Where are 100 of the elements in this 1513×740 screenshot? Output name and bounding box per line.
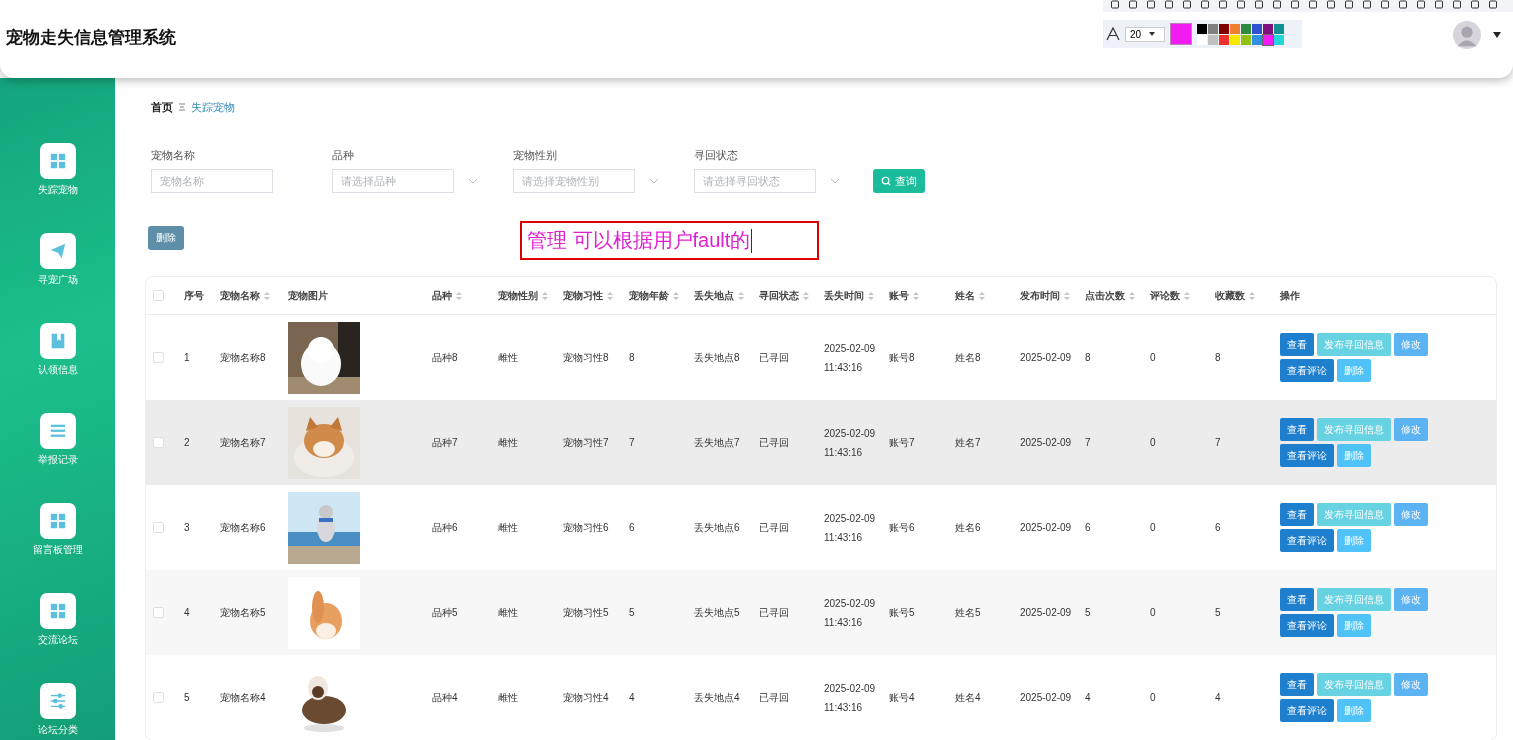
color-swatch[interactable] bbox=[1274, 34, 1284, 45]
sort-icon[interactable] bbox=[1064, 290, 1070, 301]
select-field[interactable]: 请选择品种 bbox=[332, 169, 454, 193]
action-button[interactable]: 查看评论 bbox=[1280, 699, 1334, 722]
sidebar-plane-icon[interactable] bbox=[39, 233, 76, 269]
color-swatch[interactable] bbox=[1219, 34, 1229, 45]
action-button[interactable]: 查看评论 bbox=[1280, 359, 1334, 382]
tool-icon[interactable] bbox=[1325, 0, 1337, 10]
action-button[interactable]: 修改 bbox=[1394, 588, 1428, 611]
checkbox[interactable] bbox=[153, 437, 164, 448]
color-swatch[interactable] bbox=[1208, 34, 1218, 45]
color-swatch[interactable] bbox=[1208, 23, 1218, 34]
tool-icon[interactable] bbox=[1217, 0, 1229, 10]
action-button[interactable]: 查看 bbox=[1280, 333, 1314, 356]
sidebar-label[interactable]: 论坛分类 bbox=[37, 723, 78, 737]
action-button[interactable]: 删除 bbox=[1337, 529, 1371, 552]
sort-icon[interactable] bbox=[1129, 290, 1135, 301]
sidebar-sliders-icon[interactable] bbox=[39, 683, 76, 719]
sort-icon[interactable] bbox=[456, 290, 462, 301]
tool-icon[interactable] bbox=[1127, 0, 1139, 10]
avatar[interactable] bbox=[1453, 21, 1481, 49]
breadcrumb-link[interactable]: 失踪宠物 bbox=[191, 99, 235, 115]
color-swatch[interactable] bbox=[1252, 34, 1262, 45]
sidebar-label[interactable]: 失踪宠物 bbox=[37, 183, 78, 197]
checkbox[interactable] bbox=[153, 522, 164, 533]
tool-icon[interactable] bbox=[1469, 0, 1481, 10]
sidebar-grid-icon[interactable] bbox=[39, 503, 76, 539]
action-button[interactable]: 查看 bbox=[1280, 418, 1314, 441]
tool-icon[interactable] bbox=[1109, 0, 1121, 10]
sidebar-label[interactable]: 留言板管理 bbox=[32, 543, 83, 557]
sort-icon[interactable] bbox=[803, 290, 809, 301]
color-swatch[interactable] bbox=[1274, 23, 1284, 34]
tool-icon[interactable] bbox=[1361, 0, 1373, 10]
color-swatch[interactable] bbox=[1230, 34, 1240, 45]
color-swatch[interactable] bbox=[1263, 34, 1273, 45]
action-button[interactable]: 修改 bbox=[1394, 673, 1428, 696]
sort-icon[interactable] bbox=[1249, 290, 1255, 301]
tool-icon[interactable] bbox=[1271, 0, 1283, 10]
tool-icon[interactable] bbox=[1181, 0, 1193, 10]
font-size-dropdown[interactable]: 20 bbox=[1125, 26, 1165, 42]
sort-icon[interactable] bbox=[264, 290, 270, 301]
tool-icon[interactable] bbox=[1415, 0, 1427, 10]
sidebar-label[interactable]: 认领信息 bbox=[37, 363, 78, 377]
tool-icon[interactable] bbox=[1199, 0, 1211, 10]
chevron-down-icon[interactable] bbox=[468, 178, 478, 184]
sidebar-label[interactable]: 举报记录 bbox=[37, 453, 78, 467]
sidebar-label[interactable]: 交流论坛 bbox=[37, 633, 78, 647]
action-button[interactable]: 发布寻回信息 bbox=[1317, 503, 1391, 526]
chevron-down-icon[interactable] bbox=[649, 178, 659, 184]
action-button[interactable]: 删除 bbox=[1337, 444, 1371, 467]
tool-icon[interactable] bbox=[1235, 0, 1247, 10]
action-button[interactable]: 修改 bbox=[1394, 503, 1428, 526]
color-swatch[interactable] bbox=[1241, 23, 1251, 34]
current-color-swatch[interactable] bbox=[1170, 23, 1192, 45]
tool-icon[interactable] bbox=[1487, 0, 1499, 10]
tool-icon[interactable] bbox=[1163, 0, 1175, 10]
action-button[interactable]: 查看评论 bbox=[1280, 529, 1334, 552]
color-swatch[interactable] bbox=[1241, 34, 1251, 45]
color-swatch[interactable] bbox=[1197, 23, 1207, 34]
sort-icon[interactable] bbox=[738, 290, 744, 301]
sort-icon[interactable] bbox=[607, 290, 613, 301]
action-button[interactable]: 删除 bbox=[1337, 359, 1371, 382]
tool-icon[interactable] bbox=[1253, 0, 1265, 10]
tool-icon[interactable] bbox=[1397, 0, 1409, 10]
action-button[interactable]: 修改 bbox=[1394, 333, 1428, 356]
sort-icon[interactable] bbox=[542, 290, 548, 301]
query-button[interactable]: 查询 bbox=[873, 169, 925, 193]
sidebar-list-icon[interactable] bbox=[39, 413, 76, 449]
sidebar-grid-icon[interactable] bbox=[39, 593, 76, 629]
sidebar-book-icon[interactable] bbox=[39, 323, 76, 359]
sort-icon[interactable] bbox=[868, 290, 874, 301]
checkbox[interactable] bbox=[153, 607, 164, 618]
sort-icon[interactable] bbox=[913, 290, 919, 301]
color-swatch[interactable] bbox=[1219, 23, 1229, 34]
chevron-down-icon[interactable] bbox=[830, 178, 840, 184]
tool-icon[interactable] bbox=[1289, 0, 1301, 10]
breadcrumb-link[interactable]: 首页 bbox=[151, 99, 173, 115]
select-field[interactable]: 请选择宠物性别 bbox=[513, 169, 635, 193]
checkbox[interactable] bbox=[153, 290, 164, 301]
color-swatch[interactable] bbox=[1230, 23, 1240, 34]
annotation-text-box[interactable]: 管理 可以根据用户fault的 bbox=[520, 221, 819, 260]
tool-icon[interactable] bbox=[1451, 0, 1463, 10]
action-button[interactable]: 查看评论 bbox=[1280, 444, 1334, 467]
tool-icon[interactable] bbox=[1433, 0, 1445, 10]
action-button[interactable]: 查看 bbox=[1280, 673, 1314, 696]
tool-icon[interactable] bbox=[1343, 0, 1355, 10]
action-button[interactable]: 发布寻回信息 bbox=[1317, 333, 1391, 356]
color-swatch[interactable] bbox=[1252, 23, 1262, 34]
action-button[interactable]: 查看 bbox=[1280, 588, 1314, 611]
action-button[interactable]: 发布寻回信息 bbox=[1317, 673, 1391, 696]
tool-icon[interactable] bbox=[1379, 0, 1391, 10]
input-field[interactable]: 宠物名称 bbox=[151, 169, 273, 193]
action-button[interactable]: 查看 bbox=[1280, 503, 1314, 526]
tool-icon[interactable] bbox=[1145, 0, 1157, 10]
color-swatch[interactable] bbox=[1263, 23, 1273, 34]
action-button[interactable]: 发布寻回信息 bbox=[1317, 418, 1391, 441]
checkbox[interactable] bbox=[153, 352, 164, 363]
sidebar-label[interactable]: 寻宠广场 bbox=[37, 273, 78, 287]
action-button[interactable]: 删除 bbox=[1337, 699, 1371, 722]
sort-icon[interactable] bbox=[673, 290, 679, 301]
